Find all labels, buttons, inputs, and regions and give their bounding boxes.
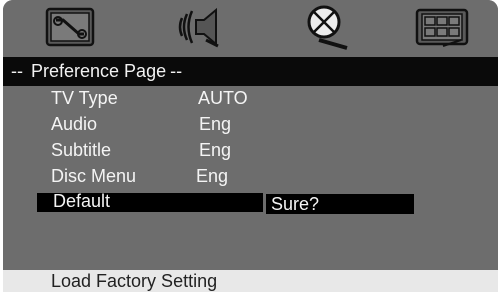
tab-audio-setup[interactable]: [168, 4, 226, 50]
menu-item-value: Eng: [196, 166, 229, 186]
tab-system-setup[interactable]: [41, 4, 99, 50]
confirm-option[interactable]: Sure?: [266, 194, 414, 214]
menu-item-disc-menu[interactable]: Disc Menu Eng: [3, 164, 498, 188]
menu-item-label: TV Type: [51, 88, 118, 108]
system-setup-icon: [45, 7, 95, 47]
status-text: Load Factory Setting: [51, 271, 218, 291]
page-title-bar: -- Preference Page --: [3, 57, 498, 86]
osd-screen: -- Preference Page -- TV Type AUTO Audio E…: [3, 0, 498, 292]
menu-item-label: Subtitle: [51, 140, 112, 160]
menu-item-audio[interactable]: Audio Eng: [3, 112, 498, 136]
menu-item-value: Eng: [199, 140, 232, 160]
menu-item-default[interactable]: Default: [3, 191, 498, 215]
menu-item-value: AUTO: [198, 88, 248, 108]
menu-item-label: Disc Menu: [51, 166, 137, 186]
tab-preference-setup[interactable]: [413, 4, 471, 50]
setup-tab-bar: [3, 0, 498, 56]
menu-item-value: Eng: [199, 114, 232, 134]
menu-item-label: Audio: [51, 114, 98, 134]
status-bar: Load Factory Setting: [3, 270, 498, 292]
audio-setup-icon: [178, 7, 219, 48]
preference-setup-icon: [415, 8, 469, 47]
menu-item-subtitle[interactable]: Subtitle Eng: [3, 138, 498, 162]
menu-item-label: Default: [53, 191, 111, 211]
video-setup-icon: [307, 5, 348, 50]
menu-item-tv-type[interactable]: TV Type AUTO: [3, 86, 498, 110]
tab-video-setup[interactable]: [297, 4, 355, 50]
title-suffix: --: [170, 61, 183, 81]
title-prefix: --: [11, 61, 23, 81]
page-title: Preference Page: [31, 61, 167, 81]
